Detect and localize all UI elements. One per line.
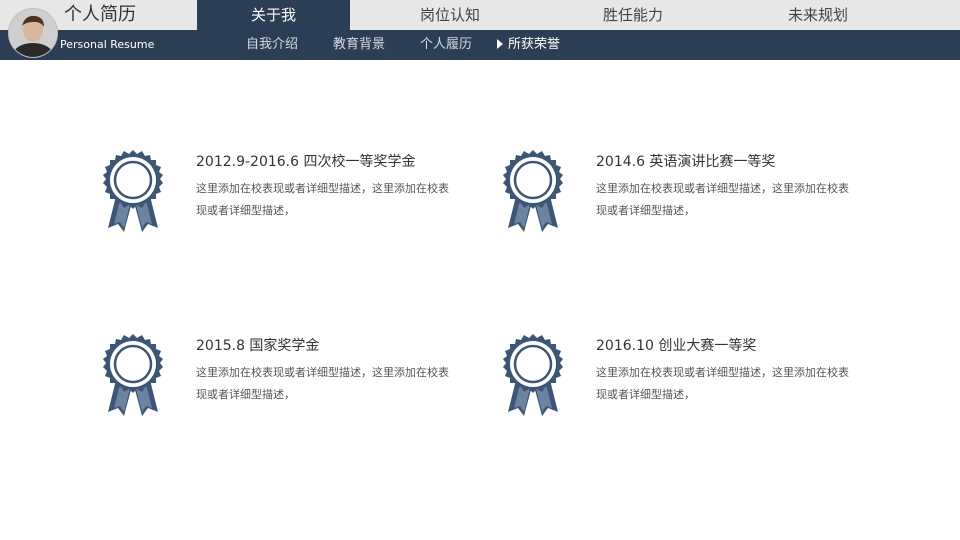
caret-right-icon: [497, 39, 503, 49]
medal-icon: [503, 334, 563, 416]
medal-icon: [503, 150, 563, 232]
subnav-self-intro[interactable]: 自我介绍: [246, 30, 298, 60]
brand-title: 个人简历: [64, 4, 136, 25]
brand-subtitle: Personal Resume: [60, 38, 155, 51]
award-description: 这里添加在校表现或者详细型描述，这里添加在校表现或者详细型描述，: [196, 182, 449, 217]
award-description: 这里添加在校表现或者详细型描述，这里添加在校表现或者详细型描述，: [196, 366, 449, 401]
award-item: 2015.8 国家奖学金 这里添加在校表现或者详细型描述，这里添加在校表现或者详…: [98, 332, 498, 422]
medal-icon: [103, 150, 163, 232]
subnav-experience[interactable]: 个人履历: [420, 30, 472, 60]
tab-future-plan[interactable]: 未来规划: [738, 0, 898, 30]
medal-icon: [103, 334, 163, 416]
award-title: 2015.8 国家奖学金: [196, 338, 320, 354]
award-title: 2014.6 英语演讲比赛一等奖: [596, 154, 776, 170]
subnav-honors[interactable]: 所获荣誉: [497, 30, 560, 60]
subnav-education[interactable]: 教育背景: [333, 30, 385, 60]
tab-job-cognition[interactable]: 岗位认知: [370, 0, 530, 30]
award-item: 2014.6 英语演讲比赛一等奖 这里添加在校表现或者详细型描述，这里添加在校表…: [498, 148, 898, 238]
award-description: 这里添加在校表现或者详细型描述，这里添加在校表现或者详细型描述，: [596, 366, 849, 401]
avatar: [8, 8, 58, 58]
tab-about-me[interactable]: 关于我: [197, 0, 350, 30]
award-title: 2016.10 创业大赛一等奖: [596, 338, 757, 354]
award-item: 2012.9-2016.6 四次校一等奖学金 这里添加在校表现或者详细型描述，这…: [98, 148, 498, 238]
award-description: 这里添加在校表现或者详细型描述，这里添加在校表现或者详细型描述，: [596, 182, 849, 217]
tab-competence[interactable]: 胜任能力: [553, 0, 713, 30]
subnav-honors-label: 所获荣誉: [508, 37, 561, 52]
award-title: 2012.9-2016.6 四次校一等奖学金: [196, 154, 416, 170]
award-item: 2016.10 创业大赛一等奖 这里添加在校表现或者详细型描述，这里添加在校表现…: [498, 332, 898, 422]
